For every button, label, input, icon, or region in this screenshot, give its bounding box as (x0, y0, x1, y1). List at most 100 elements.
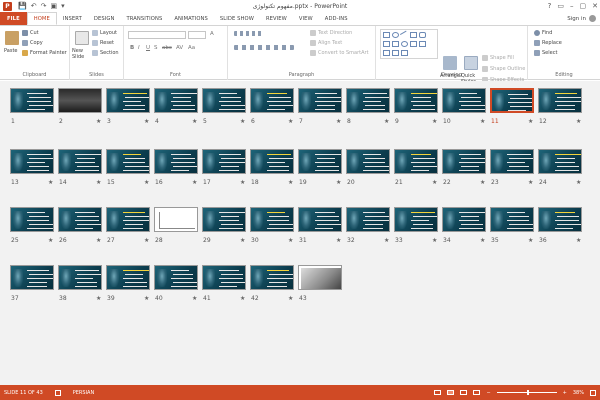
find-button[interactable]: Find (534, 30, 552, 36)
slide-thumbnail-26[interactable] (58, 207, 102, 232)
slide-thumbnail-21[interactable] (394, 149, 438, 174)
reading-view-icon[interactable] (460, 390, 468, 395)
slide-thumbnail-40[interactable] (154, 265, 198, 290)
transition-star-icon[interactable]: ★ (144, 179, 149, 186)
ribbon-display-icon[interactable]: ▭ (557, 2, 564, 10)
shape-arrow-icon[interactable] (410, 32, 417, 38)
slide-thumbnail-25[interactable] (10, 207, 54, 232)
tab-file[interactable]: FILE (0, 12, 27, 25)
format-painter-button[interactable]: Format Painter (22, 50, 67, 56)
slide-thumbnail-1[interactable] (10, 88, 54, 113)
cut-button[interactable]: Cut (22, 30, 39, 36)
slide-thumbnail-19[interactable] (298, 149, 342, 174)
shape-rounded-icon[interactable] (419, 32, 426, 38)
slide-thumbnail-6[interactable] (250, 88, 294, 113)
shape-oval-icon[interactable] (392, 32, 399, 38)
transition-star-icon[interactable]: ★ (48, 237, 53, 244)
slide-thumbnail-28[interactable] (154, 207, 198, 232)
slide-thumbnail-22[interactable] (442, 149, 486, 174)
slide-thumbnail-23[interactable] (490, 149, 534, 174)
slide-thumbnail-2[interactable] (58, 88, 102, 113)
transition-star-icon[interactable]: ★ (288, 179, 293, 186)
transition-star-icon[interactable]: ★ (240, 237, 245, 244)
slide-thumbnail-39[interactable] (106, 265, 150, 290)
slide-thumbnail-4[interactable] (154, 88, 198, 113)
transition-star-icon[interactable]: ★ (240, 118, 245, 125)
transition-star-icon[interactable]: ★ (432, 179, 437, 186)
transition-star-icon[interactable]: ★ (96, 179, 101, 186)
shape-triangle-icon[interactable] (383, 41, 390, 47)
shape-outline-button[interactable]: Shape Outline (482, 66, 525, 72)
shape-fill-button[interactable]: Shape Fill (482, 55, 514, 61)
slideshow-view-icon[interactable] (473, 390, 481, 395)
transition-star-icon[interactable]: ★ (576, 237, 581, 244)
account-icon[interactable] (589, 15, 596, 22)
transition-star-icon[interactable]: ★ (288, 295, 293, 302)
transition-star-icon[interactable]: ★ (192, 295, 197, 302)
shape-flow-icon[interactable] (392, 50, 399, 56)
shape-circle-icon[interactable] (401, 41, 408, 47)
normal-view-icon[interactable] (434, 390, 442, 395)
grow-font-icon[interactable]: A (210, 31, 214, 37)
zoom-slider[interactable] (496, 390, 557, 395)
close-icon[interactable]: ✕ (592, 2, 598, 10)
transition-star-icon[interactable]: ★ (384, 118, 389, 125)
change-case-button[interactable]: Aa (188, 45, 195, 51)
transition-star-icon[interactable]: ★ (288, 237, 293, 244)
transition-star-icon[interactable]: ★ (576, 118, 581, 125)
slide-thumbnail-37[interactable] (10, 265, 54, 290)
slide-thumbnail-15[interactable] (106, 149, 150, 174)
convert-smartart-button[interactable]: Convert to SmartArt (310, 50, 369, 56)
slide-sorter-view-icon[interactable] (447, 390, 455, 395)
slide-thumbnail-5[interactable] (202, 88, 246, 113)
replace-button[interactable]: Replace (534, 40, 562, 46)
reset-button[interactable]: Reset (92, 40, 114, 46)
transition-star-icon[interactable]: ★ (192, 118, 197, 125)
slide-thumbnail-7[interactable] (298, 88, 342, 113)
font-size-input[interactable] (188, 31, 206, 39)
slide-thumbnail-13[interactable] (10, 149, 54, 174)
arrange-button[interactable]: Arrange (440, 73, 460, 79)
zoom-out-button[interactable]: − (486, 390, 490, 396)
sign-in[interactable]: Sign in (567, 12, 596, 25)
tab-insert[interactable]: INSERT (57, 12, 88, 25)
transition-star-icon[interactable]: ★ (144, 237, 149, 244)
zoom-level[interactable]: 38% (573, 390, 584, 396)
transition-star-icon[interactable]: ★ (336, 179, 341, 186)
transition-star-icon[interactable]: ★ (288, 118, 293, 125)
shape-block-arrow-icon[interactable] (401, 50, 408, 56)
slide-thumbnail-32[interactable] (346, 207, 390, 232)
slide-thumbnail-31[interactable] (298, 207, 342, 232)
transition-star-icon[interactable]: ★ (528, 179, 533, 186)
transition-star-icon[interactable]: ★ (480, 237, 485, 244)
transition-star-icon[interactable]: ★ (144, 118, 149, 125)
slide-thumbnail-29[interactable] (202, 207, 246, 232)
shape-rect-icon[interactable] (383, 32, 390, 38)
slide-thumbnail-18[interactable] (250, 149, 294, 174)
list-buttons-icon[interactable] (234, 31, 264, 36)
select-button[interactable]: Select (534, 50, 557, 56)
align-text-button[interactable]: Align Text (310, 40, 342, 46)
paste-button[interactable]: Paste (4, 48, 18, 54)
slide-thumbnail-34[interactable] (442, 207, 486, 232)
tab-animations[interactable]: ANIMATIONS (168, 12, 214, 25)
transition-star-icon[interactable]: ★ (480, 118, 485, 125)
shapes-gallery[interactable] (380, 29, 438, 59)
slide-thumbnail-3[interactable] (106, 88, 150, 113)
maximize-icon[interactable]: ▢ (580, 2, 587, 10)
transition-star-icon[interactable]: ★ (480, 179, 485, 186)
font-name-input[interactable] (128, 31, 186, 39)
slide-thumbnail-17[interactable] (202, 149, 246, 174)
slide-thumbnail-11[interactable] (490, 88, 534, 113)
proofing-icon[interactable] (54, 389, 61, 396)
tab-add-ins[interactable]: ADD-INS (319, 12, 354, 25)
transition-star-icon[interactable]: ★ (576, 179, 581, 186)
transition-star-icon[interactable]: ★ (240, 179, 245, 186)
slide-thumbnail-30[interactable] (250, 207, 294, 232)
sign-in-label[interactable]: Sign in (567, 16, 586, 22)
zoom-slider-thumb[interactable] (526, 390, 529, 395)
transition-star-icon[interactable]: ★ (528, 237, 533, 244)
transition-star-icon[interactable]: ★ (336, 118, 341, 125)
minimize-icon[interactable]: – (570, 2, 574, 10)
fit-slide-icon[interactable] (590, 389, 596, 396)
